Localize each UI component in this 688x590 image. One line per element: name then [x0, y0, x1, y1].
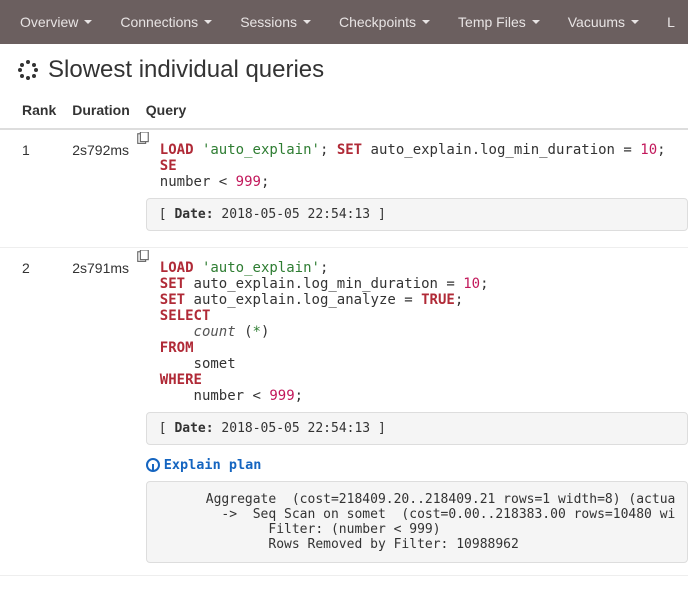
nav-sessions[interactable]: Sessions	[226, 2, 325, 42]
chevron-down-icon	[532, 20, 540, 24]
navbar: Overview Connections Sessions Checkpoint…	[0, 0, 688, 44]
date-box: [ Date: 2018-05-05 22:54:13 ]	[146, 412, 688, 445]
nav-partial[interactable]: L	[653, 2, 688, 42]
nav-temp-files[interactable]: Temp Files	[444, 2, 554, 42]
query-cell: LOAD 'auto_explain'; SET auto_explain.lo…	[138, 248, 688, 576]
duration-cell: 2s792ms	[64, 129, 138, 248]
rank-cell: 1	[0, 129, 64, 248]
chevron-down-icon	[84, 20, 92, 24]
col-query: Query	[138, 92, 688, 129]
chevron-down-icon	[204, 20, 212, 24]
copy-icon[interactable]	[136, 132, 150, 146]
chevron-down-icon	[631, 20, 639, 24]
chevron-down-icon	[422, 20, 430, 24]
target-icon	[146, 458, 160, 472]
col-duration: Duration	[64, 92, 138, 129]
explain-plan-link[interactable]: Explain plan	[146, 457, 688, 473]
sql-text: LOAD 'auto_explain'; SET auto_explain.lo…	[160, 260, 688, 404]
duration-cell: 2s791ms	[64, 248, 138, 576]
date-box: [ Date: 2018-05-05 22:54:13 ]	[146, 198, 688, 231]
queries-table: Rank Duration Query 12s792ms LOAD 'auto_e…	[0, 92, 688, 576]
table-header-row: Rank Duration Query	[0, 92, 688, 129]
query-cell: LOAD 'auto_explain'; SET auto_explain.lo…	[138, 129, 688, 248]
table-row: 12s792ms LOAD 'auto_explain'; SET auto_ex…	[0, 129, 688, 248]
nav-overview[interactable]: Overview	[6, 2, 106, 42]
chevron-down-icon	[303, 20, 311, 24]
nav-checkpoints[interactable]: Checkpoints	[325, 2, 444, 42]
copy-icon[interactable]	[136, 250, 150, 264]
spinner-icon	[18, 60, 38, 80]
col-rank: Rank	[0, 92, 64, 129]
page-title: Slowest individual queries	[0, 44, 688, 92]
table-row: 22s791ms LOAD 'auto_explain'; SET auto_ex…	[0, 248, 688, 576]
nav-vacuums[interactable]: Vacuums	[554, 2, 653, 42]
sql-text: LOAD 'auto_explain'; SET auto_explain.lo…	[160, 142, 688, 190]
rank-cell: 2	[0, 248, 64, 576]
nav-connections[interactable]: Connections	[106, 2, 226, 42]
explain-plan-box: Aggregate (cost=218409.20..218409.21 row…	[146, 481, 688, 563]
